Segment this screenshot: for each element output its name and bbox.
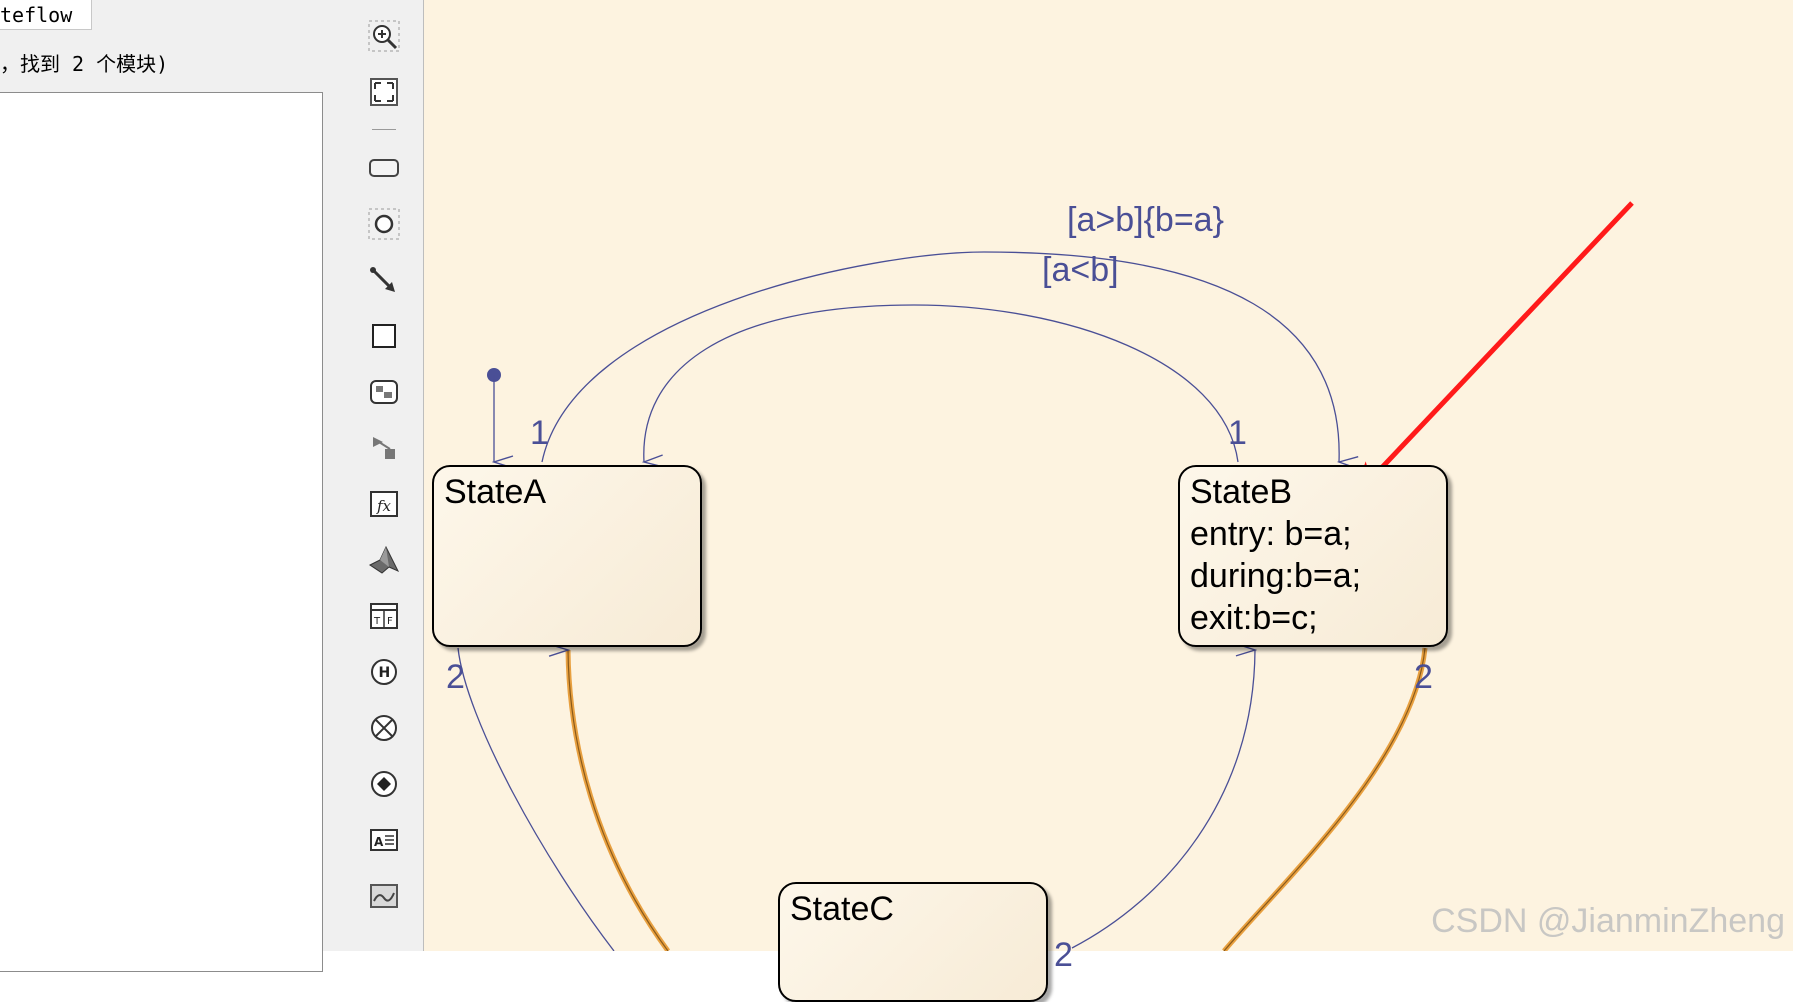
transition-c-to-a [568, 650, 669, 951]
truth-table-tool-icon[interactable]: TF [366, 598, 402, 634]
junction-tool-icon[interactable] [366, 206, 402, 242]
search-status-text: ，找到 2 个模块) [0, 52, 169, 76]
state-a-name: StateA [444, 473, 547, 511]
state-b-entry-action: entry: b=a; [1190, 515, 1352, 553]
state-b-exit-action: exit:b=c; [1190, 599, 1318, 637]
state-tool-icon[interactable] [366, 150, 402, 186]
transition-b-to-c [1223, 647, 1426, 951]
state-c-order: 2 [1054, 936, 1073, 974]
transition-a-to-b[interactable] [541, 251, 1339, 462]
model-browser-panel: teflow ，找到 2 个模块) [0, 0, 344, 972]
tab-stateflow[interactable]: teflow [0, 0, 92, 30]
default-transition-tool-icon[interactable] [366, 262, 402, 298]
state-b-during-action: during:b=a; [1190, 557, 1362, 595]
transition-c-to-a-highlight[interactable] [565, 649, 671, 951]
transition-a-to-b-label[interactable]: [a>b]{b=a} [1067, 203, 1224, 237]
exit-junction-tool-icon[interactable] [366, 710, 402, 746]
state-b[interactable]: StateB entry: b=a; during:b=a; exit:b=c; [1178, 465, 1448, 647]
matlab-function-tool-icon[interactable] [366, 542, 402, 578]
transition-b-to-c-highlight[interactable] [1222, 647, 1428, 951]
svg-text:F: F [387, 616, 393, 627]
state-a[interactable]: StateA [432, 465, 702, 647]
transition-c-to-b[interactable] [1071, 650, 1255, 949]
state-c-name: StateC [790, 890, 894, 928]
entry-junction-tool-icon[interactable] [366, 766, 402, 802]
chart-view-tool-icon[interactable] [366, 878, 402, 914]
tool-palette: fx TF H A [344, 0, 424, 951]
image-tool-icon[interactable] [366, 374, 402, 410]
svg-text:fx: fx [376, 497, 392, 515]
state-a-bottom-order: 2 [446, 658, 465, 696]
transition-b-to-a[interactable] [644, 304, 1239, 462]
graphical-function-tool-icon[interactable]: fx [366, 486, 402, 522]
svg-text:A: A [374, 835, 384, 849]
state-c[interactable]: StateC [778, 882, 1048, 1002]
state-a-top-order: 1 [530, 414, 549, 452]
svg-text:H: H [379, 665, 391, 681]
simulink-function-tool-icon[interactable] [366, 430, 402, 466]
state-b-bottom-order: 2 [1414, 658, 1433, 696]
watermark: CSDN @JianminZheng [1431, 902, 1785, 940]
block-list[interactable] [0, 92, 323, 972]
annotation-tool-icon[interactable]: A [366, 822, 402, 858]
svg-text:T: T [373, 616, 381, 627]
fit-view-icon[interactable] [366, 74, 402, 110]
annotation-arrow [1352, 201, 1634, 499]
transition-b-to-a-label[interactable]: [a<b] [1042, 253, 1119, 287]
chart-canvas[interactable]: StateA StateB entry: b=a; during:b=a; ex… [424, 0, 1793, 1002]
state-b-name: StateB [1190, 473, 1293, 511]
box-tool-icon[interactable] [366, 318, 402, 354]
history-junction-tool-icon[interactable]: H [366, 654, 402, 690]
state-b-top-order: 1 [1228, 414, 1247, 452]
zoom-in-icon[interactable] [366, 18, 402, 54]
toolbar-separator [372, 129, 396, 130]
